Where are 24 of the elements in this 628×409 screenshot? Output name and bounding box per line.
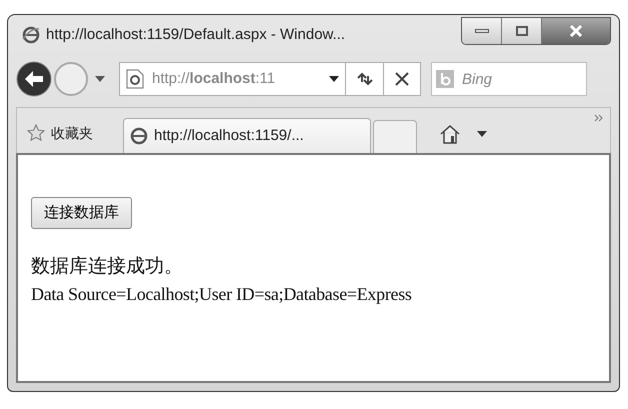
search-engine-icon xyxy=(436,70,454,88)
status-message: 数据库连接成功。 xyxy=(31,255,184,279)
close-icon xyxy=(569,25,583,37)
minimize-button[interactable] xyxy=(462,18,502,44)
maximize-button[interactable] xyxy=(502,18,542,44)
dropdown-icon[interactable] xyxy=(329,76,339,82)
search-field[interactable]: Bing xyxy=(431,62,587,96)
home-icon[interactable] xyxy=(439,123,461,145)
browser-tab[interactable]: http://localhost:1159/... xyxy=(123,118,371,154)
window-title: http://localhost:1159/Default.aspx - Window... xyxy=(46,24,346,45)
dropdown-icon[interactable] xyxy=(477,131,487,137)
new-tab-button[interactable] xyxy=(373,120,417,154)
browser-logo-icon xyxy=(130,127,148,145)
star-icon xyxy=(27,124,45,142)
refresh-icon xyxy=(356,72,372,86)
favorites-button[interactable]: 收藏夹 xyxy=(17,113,103,153)
close-button[interactable] xyxy=(542,18,610,44)
connection-string: Data Source=Localhost;User ID=sa;Database=Express xyxy=(31,283,413,305)
page-icon xyxy=(126,69,144,89)
stop-icon xyxy=(395,72,409,86)
back-button[interactable] xyxy=(16,61,52,97)
browser-logo-icon xyxy=(22,26,40,44)
chevron-icon[interactable] xyxy=(594,114,604,122)
connect-button[interactable]: 连接数据库 xyxy=(31,197,132,229)
